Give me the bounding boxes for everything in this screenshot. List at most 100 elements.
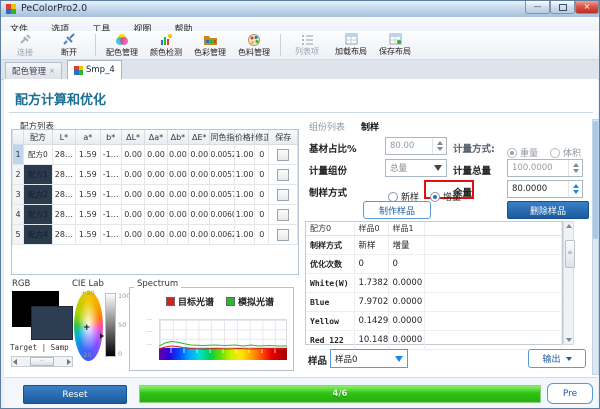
scrollbar-thumb[interactable]: ⋯ [30,357,54,366]
remainder-spinner[interactable]: 80.0000 [507,180,583,198]
formula-row[interactable]: 5 配方4 28… 1.59 -1… 0.00 0.00 0.00 0.00 0… [13,225,298,245]
layout-grid-icon [345,33,358,45]
radio-volume[interactable]: 体积 [550,141,581,160]
save-checkbox[interactable] [277,149,289,161]
save-checkbox[interactable] [277,169,289,181]
maximize-button[interactable] [550,1,575,14]
close-icon: × [584,2,591,11]
main-content: 配方计算和优化 配方列表 配方 L* a* b* ΔL* Δa* Δb* ΔE*… [4,79,598,377]
base-ratio-label: 基材占比% [309,141,357,155]
minimize-icon: — [534,2,542,11]
swatch-caption: Target | Samp [10,343,74,352]
total-amount-spinner[interactable]: 100.0000 [507,159,583,177]
tab-components-list[interactable]: 组份列表 [309,120,345,133]
target-spectrum-line [159,346,287,349]
measure-component-dropdown[interactable]: 总量 [385,159,447,177]
formula-row[interactable]: 2 配方1 28… 1.59 -1… 0.00 0.00 0.00 0.00 0… [13,165,298,185]
save-checkbox[interactable] [277,189,289,201]
radio-weight[interactable]: 重量 [507,141,538,160]
pre-button[interactable]: Pre [547,383,593,404]
formula-row[interactable]: 3 配方2 28… 1.59 -1… 0.00 0.00 0.00 0.00 0… [13,185,298,205]
close-button[interactable]: × [575,1,599,14]
app-icon [6,4,16,14]
rgb-title: RGB [12,279,30,289]
color-detect-button[interactable]: 颜色检测 [144,32,188,59]
radio-icon [550,148,560,158]
page-title: 配方计算和优化 [15,89,106,108]
sample-color-icon [74,66,83,75]
toolbar-separator [95,34,96,56]
scrollbar-thumb[interactable]: ≡ [565,240,575,268]
y-tick-label: ··· [146,316,152,324]
scroll-up-icon[interactable] [566,224,572,228]
save-layout-button[interactable]: 保存布局 [373,32,417,59]
sample-table-scrollbar[interactable]: ≡ [563,221,574,345]
scrollbar-thumb[interactable] [593,121,598,239]
lab-cursor-icon: + [83,323,91,333]
radio-icon [430,192,440,202]
list-icon [301,33,314,45]
reset-button[interactable]: Reset [23,385,127,404]
formula-table: 配方 L* a* b* ΔL* Δa* Δb* ΔE* 同色指 价格指 修正次 … [12,130,298,245]
scroll-right-icon[interactable] [67,359,71,365]
formula-row[interactable]: 4 配方3 28… 1.59 -1… 0.00 0.00 0.00 0.00 0… [13,205,298,225]
app-window: PeColorPro2.0 — × 文件 选项 工具 视图 帮助 连接 断开 配… [0,0,600,409]
minimize-button[interactable]: — [525,1,550,14]
spectrum-legend: 目标光谱 模拟光谱 [166,295,274,308]
delete-sample-button[interactable]: 删除样品 [507,201,589,219]
tab-color-matching[interactable]: 配色管理 × [5,62,62,79]
simulated-legend-swatch-icon [226,297,235,306]
formula-swatch-cell: 配方4 [24,225,53,245]
spinner-arrows-icon[interactable] [432,138,446,154]
list-items-button[interactable]: 列表项 [285,32,329,59]
toolbar-separator [280,34,281,56]
progress-fill: 4/6 [140,386,540,402]
sample-table-box: 配方0 样品0 样品1 制样方式 新样 增量 优化次数 0 0 White(W) [305,221,563,345]
layout-save-icon [389,33,402,45]
lightness-bar [105,293,116,357]
lab-axis-bottom-label: -20 [81,351,92,359]
tab-close-icon[interactable]: × [49,67,55,75]
remainder-label: 余量 [453,185,472,199]
colorant-manage-button[interactable]: 色料管理 [232,32,276,59]
disconnect-button[interactable]: 断开 [47,32,91,59]
rgb-scrollbar[interactable]: ⋯ [11,356,73,367]
save-checkbox[interactable] [277,209,289,221]
menu-bar: 文件 选项 工具 视图 帮助 [1,17,599,32]
load-layout-button[interactable]: 加载布局 [329,32,373,59]
connect-button[interactable]: 连接 [3,32,47,59]
legend-target: 目标光谱 [166,295,214,308]
sample-row: Red 122 10.1487 0.0000 [306,331,562,350]
lab-axis-top-label: +20 [81,289,95,297]
spinner-arrows-icon[interactable] [568,181,582,197]
target-legend-swatch-icon [166,297,175,306]
total-amount-label: 计量总量 [453,163,491,177]
color-chart-icon [159,33,173,46]
make-sample-button[interactable]: 制作样品 [363,201,431,219]
sample-color-swatch [31,306,73,340]
spinner-arrows-icon[interactable] [568,160,582,176]
sample-row: Blue 7.9702 0.0000 [306,293,562,312]
color-manage-button[interactable]: 色彩管理 [188,32,232,59]
document-tab-bar: 配色管理 × Smp_4 [1,60,599,80]
palette-icon [247,33,261,46]
panel-scrollbar[interactable] [592,119,599,375]
color-circles-icon [115,33,130,46]
color-matching-button[interactable]: 配色管理 [100,32,144,59]
scroll-down-icon[interactable] [566,338,572,342]
save-checkbox[interactable] [277,229,289,241]
base-ratio-spinner[interactable]: 80.00 [385,137,447,155]
tab-make-sample[interactable]: 制样 [361,120,379,133]
sample-row: Yellow 0.1429 0.0000 [306,312,562,331]
lightness-marker-icon[interactable] [100,333,104,339]
tab-smp4[interactable]: Smp_4 [67,60,122,79]
sample-select-dropdown[interactable]: 样品0 [330,349,408,368]
scroll-left-icon[interactable] [13,359,17,365]
output-button[interactable]: 输出 [528,349,586,368]
window-title: PeColorPro2.0 [21,3,87,14]
formula-row[interactable]: 1 配方0 28… 1.59 -1… 0.00 0.00 0.00 0.00 0… [13,145,298,165]
dropdown-arrow-icon [434,165,442,171]
sample-row: White(W) 1.7382 0.0000 [306,274,562,293]
dropdown-arrow-icon [395,356,403,362]
formula-swatch-cell: 配方2 [24,185,53,205]
